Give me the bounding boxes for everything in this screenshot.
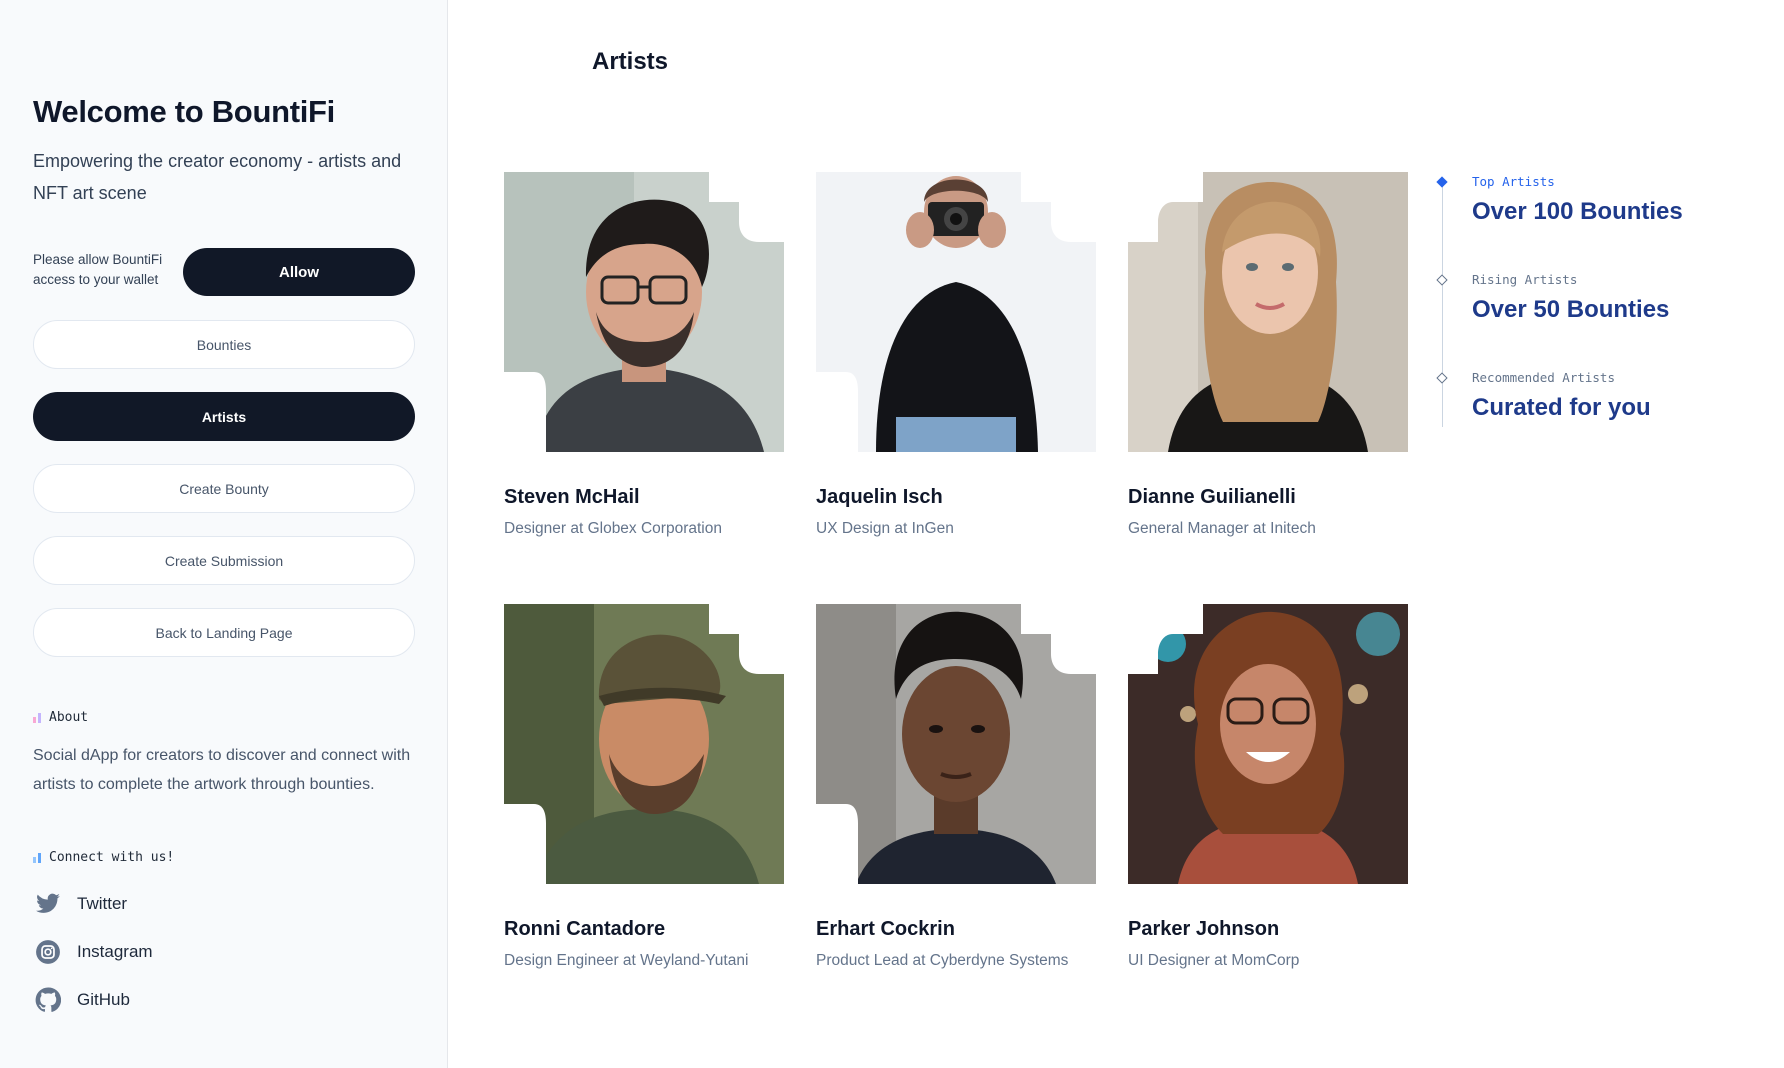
artist-name: Steven McHail	[504, 486, 640, 508]
artist-photo	[1128, 172, 1408, 452]
artist-name: Ronni Cantadore	[504, 918, 666, 940]
artist-name: Dianne Guilianelli	[1128, 486, 1296, 508]
timeline-line	[1442, 182, 1443, 427]
social-label: GitHub	[77, 990, 130, 1009]
nav-bounties-button[interactable]: Bounties	[33, 320, 415, 369]
artist-photo	[1128, 604, 1408, 884]
diamond-icon	[1436, 176, 1448, 188]
connect-heading: Connect with us!	[33, 850, 174, 865]
twitter-icon	[33, 889, 63, 919]
connect-heading-label: Connect with us!	[49, 850, 175, 865]
wallet-permission-row: Please allow BountiFi access to your wal…	[33, 248, 415, 296]
timeline-label: Top Artists	[1472, 174, 1555, 189]
nav-create-submission-button[interactable]: Create Submission	[33, 536, 415, 585]
artist-photo	[816, 172, 1096, 452]
artist-name: Parker Johnson	[1128, 918, 1280, 940]
timeline-value: Over 100 Bounties	[1472, 198, 1683, 225]
artist-photo	[504, 172, 784, 452]
avatar-erhart	[816, 604, 1096, 884]
avatar-steven	[504, 172, 784, 452]
instagram-icon	[33, 937, 63, 967]
artist-role: General Manager at Initech	[1128, 520, 1316, 537]
avatar-jaquelin	[816, 172, 1096, 452]
timeline-label: Recommended Artists	[1472, 370, 1615, 385]
avatar-parker	[1128, 604, 1408, 884]
artist-stats-timeline: Top Artists Over 100 Bounties Rising Art…	[1436, 170, 1768, 430]
nav-back-to-landing-button[interactable]: Back to Landing Page	[33, 608, 415, 657]
timeline-value: Over 50 Bounties	[1472, 296, 1670, 323]
social-label: Instagram	[77, 942, 153, 961]
diamond-icon	[1436, 372, 1448, 384]
bars-icon	[33, 712, 41, 723]
avatar-dianne	[1128, 172, 1408, 452]
diamond-icon	[1436, 274, 1448, 286]
artist-role: Design Engineer at Weyland-Yutani	[504, 952, 749, 969]
social-link-twitter[interactable]: Twitter	[33, 889, 127, 919]
artist-name: Erhart Cockrin	[816, 918, 955, 940]
page-title: Artists	[592, 48, 669, 75]
sidebar: Welcome to BountiFi Empowering the creat…	[0, 0, 448, 1068]
welcome-title: Welcome to BountiFi	[33, 94, 335, 129]
artist-role: UI Designer at MomCorp	[1128, 952, 1300, 969]
about-heading: About	[33, 710, 88, 725]
timeline-value: Curated for you	[1472, 394, 1651, 421]
artist-role: Product Lead at Cyberdyne Systems	[816, 952, 1069, 969]
nav-create-bounty-button[interactable]: Create Bounty	[33, 464, 415, 513]
social-label: Twitter	[77, 894, 128, 913]
social-link-github[interactable]: GitHub	[33, 985, 130, 1015]
artist-photo	[816, 604, 1096, 884]
welcome-subtitle: Empowering the creator economy - artists…	[33, 151, 402, 203]
artist-role: UX Design at InGen	[816, 520, 954, 537]
bars-icon	[33, 852, 41, 863]
avatar-ronni	[504, 604, 784, 884]
artist-photo	[504, 604, 784, 884]
wallet-permission-text: Please allow BountiFi access to your wal…	[33, 252, 163, 287]
about-text: Social dApp for creators to discover and…	[33, 747, 411, 793]
artist-name: Jaquelin Isch	[816, 486, 943, 508]
about-heading-label: About	[49, 710, 89, 725]
nav-artists-button[interactable]: Artists	[33, 392, 415, 441]
social-link-instagram[interactable]: Instagram	[33, 937, 153, 967]
timeline-label: Rising Artists	[1472, 272, 1578, 287]
artist-role: Designer at Globex Corporation	[504, 520, 722, 537]
allow-button[interactable]: Allow	[183, 248, 415, 296]
github-icon	[33, 985, 63, 1015]
